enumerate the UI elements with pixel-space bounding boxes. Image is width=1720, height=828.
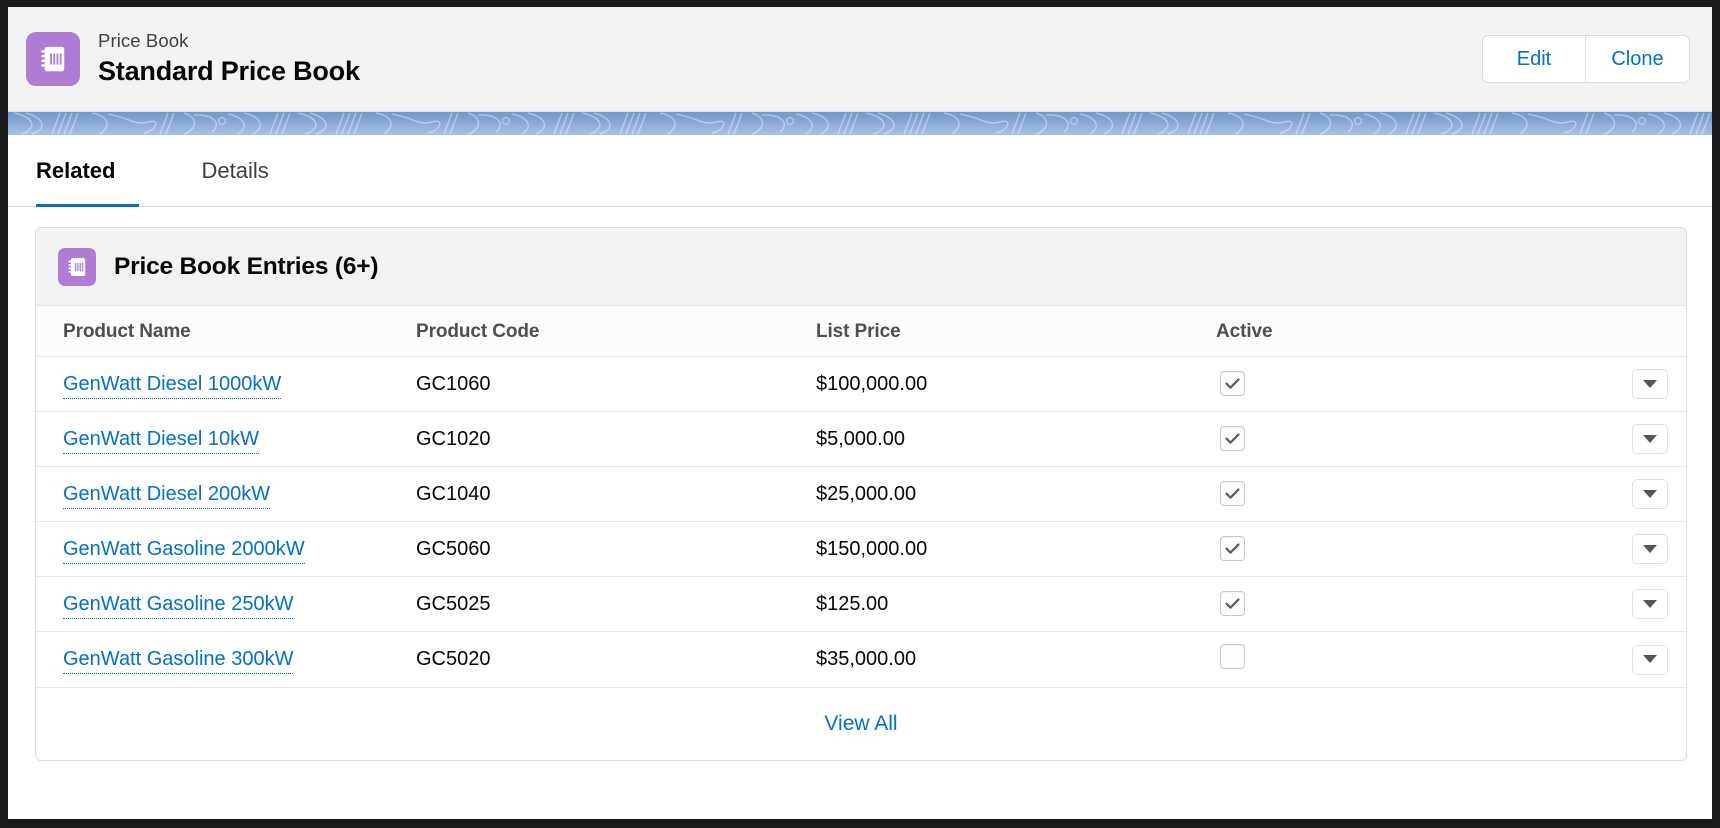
cell-product-code: GC5060: [416, 522, 816, 577]
column-header-product-code[interactable]: Product Code: [416, 306, 816, 357]
checkbox-checked: [1220, 481, 1245, 506]
cell-product-code: GC1020: [416, 412, 816, 467]
checkbox-unchecked: [1220, 644, 1245, 669]
table-body: GenWatt Diesel 1000kWGC1060$100,000.00Ge…: [36, 357, 1686, 688]
product-name-link[interactable]: GenWatt Diesel 1000kW: [63, 373, 281, 399]
page-title: Standard Price Book: [98, 54, 360, 89]
price-book-entries-card: Price Book Entries (6+) Product Name Pro…: [35, 227, 1687, 761]
cell-product-code: GC1040: [416, 467, 816, 522]
column-header-list-price[interactable]: List Price: [816, 306, 1216, 357]
product-name-link[interactable]: GenWatt Diesel 10kW: [63, 428, 259, 454]
tab-related-label: Related: [36, 158, 115, 184]
clone-button[interactable]: Clone: [1586, 35, 1690, 83]
table-row: GenWatt Gasoline 250kW GC5025$125.00: [36, 577, 1686, 632]
record-tabs: Related Details: [8, 135, 1712, 207]
checkbox-checked: [1220, 426, 1245, 451]
cell-row-actions: [1576, 357, 1686, 412]
cell-list-price: $150,000.00: [816, 522, 1216, 577]
object-type-label: Price Book: [98, 29, 360, 54]
cell-list-price: $25,000.00: [816, 467, 1216, 522]
cell-active: [1216, 357, 1576, 412]
header-actions: Edit Clone: [1482, 35, 1690, 83]
cell-row-actions: [1576, 467, 1686, 522]
table-row: GenWatt Gasoline 300kW GC5020$35,000.00: [36, 632, 1686, 688]
cell-active: [1216, 467, 1576, 522]
related-list-container: Price Book Entries (6+) Product Name Pro…: [8, 207, 1712, 779]
cell-product-name: GenWatt Diesel 200kW: [36, 467, 416, 522]
cell-list-price: $100,000.00: [816, 357, 1216, 412]
chevron-down-icon: [1642, 597, 1658, 612]
record-header: Price Book Standard Price Book Edit Clon…: [8, 7, 1712, 112]
cell-row-actions: [1576, 412, 1686, 467]
checkbox-checked: [1220, 371, 1245, 396]
cell-list-price: $5,000.00: [816, 412, 1216, 467]
record-title-block: Price Book Standard Price Book: [98, 29, 360, 89]
row-actions-button[interactable]: [1632, 369, 1668, 399]
cell-product-name: GenWatt Diesel 10kW: [36, 412, 416, 467]
price-book-icon: [58, 248, 96, 286]
product-name-link[interactable]: GenWatt Gasoline 2000kW: [63, 538, 305, 564]
tab-details-label: Details: [201, 158, 268, 184]
edit-button[interactable]: Edit: [1482, 35, 1586, 83]
cell-active: [1216, 632, 1576, 688]
table-row: GenWatt Diesel 200kW GC1040$25,000.00: [36, 467, 1686, 522]
product-name-link[interactable]: GenWatt Gasoline 300kW: [63, 648, 293, 674]
product-name-link[interactable]: GenWatt Gasoline 250kW: [63, 593, 293, 619]
chevron-down-icon: [1642, 487, 1658, 502]
row-actions-button[interactable]: [1632, 645, 1668, 675]
tab-related[interactable]: Related: [36, 135, 161, 207]
cell-list-price: $125.00: [816, 577, 1216, 632]
app-frame: Price Book Standard Price Book Edit Clon…: [8, 7, 1712, 819]
view-all-link[interactable]: View All: [824, 712, 897, 736]
product-name-link[interactable]: GenWatt Diesel 200kW: [63, 483, 270, 509]
row-actions-button[interactable]: [1632, 424, 1668, 454]
cell-active: [1216, 412, 1576, 467]
cell-product-name: GenWatt Diesel 1000kW: [36, 357, 416, 412]
row-actions-button[interactable]: [1632, 589, 1668, 619]
checkbox-checked: [1220, 536, 1245, 561]
cell-product-code: GC1060: [416, 357, 816, 412]
cell-product-code: GC5025: [416, 577, 816, 632]
column-header-active[interactable]: Active: [1216, 306, 1576, 357]
cell-row-actions: [1576, 632, 1686, 688]
cell-product-name: GenWatt Gasoline 300kW: [36, 632, 416, 688]
row-actions-button[interactable]: [1632, 479, 1668, 509]
theme-decoration-band: [8, 112, 1712, 135]
chevron-down-icon: [1642, 652, 1658, 667]
checkbox-checked: [1220, 591, 1245, 616]
column-header-product-name[interactable]: Product Name: [36, 306, 416, 357]
tab-details[interactable]: Details: [161, 135, 308, 207]
chevron-down-icon: [1642, 542, 1658, 557]
table-row: GenWatt Diesel 10kW GC1020$5,000.00: [36, 412, 1686, 467]
chevron-down-icon: [1642, 377, 1658, 392]
cell-list-price: $35,000.00: [816, 632, 1216, 688]
price-book-entries-table: Product Name Product Code List Price Act…: [36, 306, 1686, 688]
cell-row-actions: [1576, 577, 1686, 632]
related-list-title[interactable]: Price Book Entries (6+): [114, 253, 378, 281]
cell-active: [1216, 577, 1576, 632]
row-actions-button[interactable]: [1632, 534, 1668, 564]
related-list-footer: View All: [36, 688, 1686, 760]
cell-product-name: GenWatt Gasoline 2000kW: [36, 522, 416, 577]
table-header-row: Product Name Product Code List Price Act…: [36, 306, 1686, 357]
cell-product-name: GenWatt Gasoline 250kW: [36, 577, 416, 632]
cell-active: [1216, 522, 1576, 577]
column-header-actions: [1576, 306, 1686, 357]
cell-row-actions: [1576, 522, 1686, 577]
cell-product-code: GC5020: [416, 632, 816, 688]
related-list-header: Price Book Entries (6+): [36, 228, 1686, 306]
price-book-icon: [26, 32, 80, 86]
table-row: GenWatt Gasoline 2000kW GC5060$150,000.00: [36, 522, 1686, 577]
chevron-down-icon: [1642, 432, 1658, 447]
table-row: GenWatt Diesel 1000kW GC1060$100,000.00: [36, 357, 1686, 412]
